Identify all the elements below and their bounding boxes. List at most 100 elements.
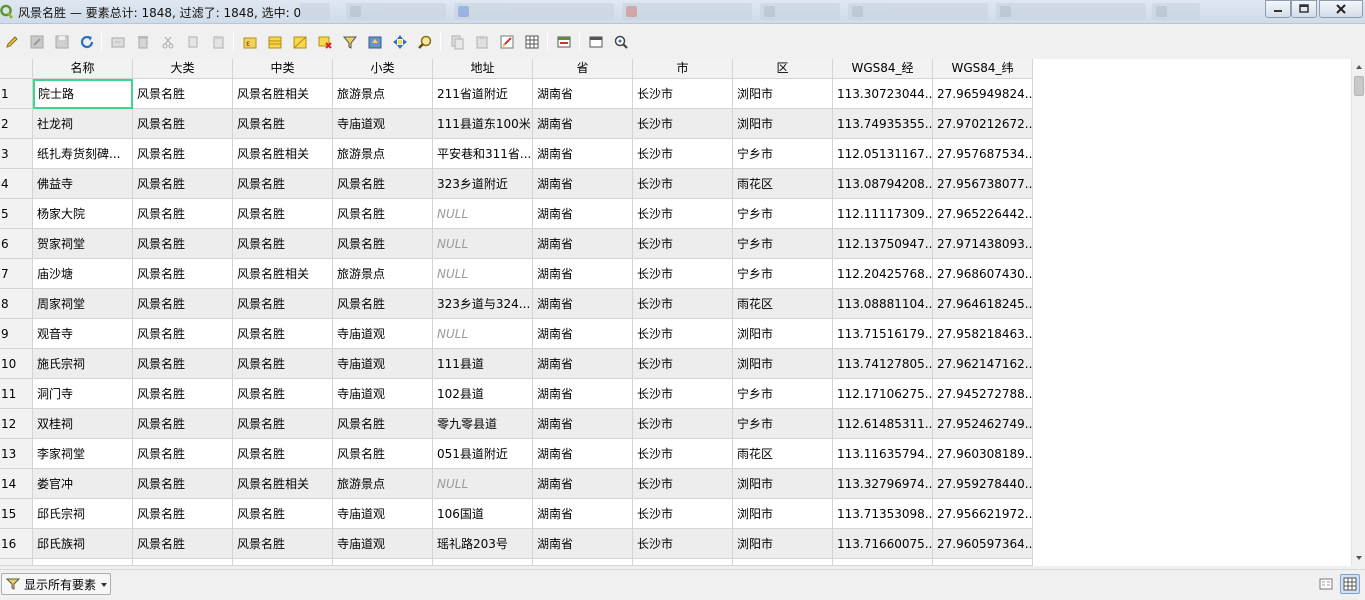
table-cell[interactable]: 佛益寺 bbox=[33, 169, 133, 199]
table-cell[interactable]: 观音寺 bbox=[33, 319, 133, 349]
table-cell[interactable]: 零九零县道 bbox=[433, 409, 533, 439]
table-cell[interactable]: 长沙市 bbox=[633, 169, 733, 199]
table-cell[interactable]: 浏阳市 bbox=[733, 349, 833, 379]
table-cell[interactable]: 323乡道附近 bbox=[433, 169, 533, 199]
column-header[interactable]: 省 bbox=[533, 59, 633, 79]
table-cell[interactable]: 风景名胜 bbox=[133, 439, 233, 469]
table-cell[interactable]: 旅游景点 bbox=[333, 139, 433, 169]
table-cell[interactable]: 风景名胜 bbox=[233, 169, 333, 199]
table-cell[interactable]: 112.13750947... bbox=[833, 229, 933, 259]
table-cell[interactable]: 风景名胜 bbox=[233, 349, 333, 379]
table-cell[interactable]: 风景名胜 bbox=[233, 529, 333, 559]
table-row[interactable]: 10 施氏宗祠 风景名胜 风景名胜 寺庙道观 111县道 湖南省 长沙市 浏阳市 113.7412… bbox=[0, 349, 1033, 379]
table-cell[interactable]: 平安巷和311省... bbox=[433, 139, 533, 169]
table-cell[interactable]: 湖南省 bbox=[533, 319, 633, 349]
copy-icon[interactable] bbox=[183, 32, 203, 52]
conditional-format-icon[interactable] bbox=[522, 32, 542, 52]
cut-icon[interactable] bbox=[158, 32, 178, 52]
table-cell[interactable]: 瑶礼路203号 bbox=[433, 529, 533, 559]
table-cell[interactable]: 湖南省 bbox=[533, 499, 633, 529]
table-cell[interactable]: 长沙市 bbox=[633, 439, 733, 469]
table-cell[interactable]: 27.959278440... bbox=[933, 469, 1033, 499]
select-all-icon[interactable] bbox=[265, 32, 285, 52]
table-cell[interactable]: 长沙市 bbox=[633, 109, 733, 139]
table-row[interactable]: 1 院士路 风景名胜 风景名胜相关 旅游景点 211省道附近 湖南省 长沙市 浏阳市 113.30… bbox=[0, 79, 1033, 109]
scroll-thumb[interactable] bbox=[1354, 76, 1364, 96]
table-row[interactable]: 7 庙沙塘 风景名胜 风景名胜相关 旅游景点 NULL 湖南省 长沙市 宁乡市 112.20425… bbox=[0, 259, 1033, 289]
table-row[interactable]: 15 邱氏宗祠 风景名胜 风景名胜 寺庙道观 106国道 湖南省 长沙市 浏阳市 113.7135… bbox=[0, 499, 1033, 529]
table-cell[interactable]: 风景名胜 bbox=[233, 319, 333, 349]
table-cell[interactable]: 27.945272788... bbox=[933, 379, 1033, 409]
paste-rows-icon[interactable] bbox=[472, 32, 492, 52]
table-cell[interactable]: 浏阳市 bbox=[733, 469, 833, 499]
pan-map-icon[interactable] bbox=[390, 32, 410, 52]
table-cell[interactable]: 风景名胜 bbox=[133, 169, 233, 199]
copy-rows-icon[interactable] bbox=[447, 32, 467, 52]
table-cell[interactable]: 纸扎寿货刻碑... bbox=[33, 139, 133, 169]
table-cell[interactable]: 风景名胜相关 bbox=[233, 139, 333, 169]
table-cell[interactable]: 洞门寺 bbox=[33, 379, 133, 409]
deselect-icon[interactable] bbox=[315, 32, 335, 52]
table-cell[interactable]: 浏阳市 bbox=[733, 319, 833, 349]
table-cell[interactable]: 雨花区 bbox=[733, 289, 833, 319]
table-cell[interactable]: 风景名胜 bbox=[133, 289, 233, 319]
zoom-map-icon[interactable] bbox=[415, 32, 435, 52]
invert-selection-icon[interactable] bbox=[290, 32, 310, 52]
table-cell[interactable]: 风景名胜 bbox=[333, 409, 433, 439]
table-cell[interactable]: 风景名胜 bbox=[233, 289, 333, 319]
add-feature-icon[interactable] bbox=[108, 32, 128, 52]
row-number[interactable]: 4 bbox=[0, 169, 33, 199]
column-header[interactable]: WGS84_经 bbox=[833, 59, 933, 79]
table-cell[interactable]: 湖南省 bbox=[533, 529, 633, 559]
table-cell[interactable]: 111县道东100米 bbox=[433, 109, 533, 139]
table-cell[interactable]: 邱氏宗祠 bbox=[33, 499, 133, 529]
table-cell[interactable]: 风景名胜相关 bbox=[233, 259, 333, 289]
table-cell[interactable]: 湖南省 bbox=[533, 379, 633, 409]
row-number[interactable]: 3 bbox=[0, 139, 33, 169]
identify-icon[interactable] bbox=[611, 32, 631, 52]
table-cell[interactable]: 27.970212672... bbox=[933, 109, 1033, 139]
table-cell[interactable]: 浏阳市 bbox=[733, 79, 833, 109]
table-view-icon[interactable] bbox=[1340, 574, 1360, 594]
table-cell[interactable]: 宁乡市 bbox=[733, 259, 833, 289]
save-icon[interactable] bbox=[52, 32, 72, 52]
table-cell[interactable]: 周家祠堂 bbox=[33, 289, 133, 319]
table-cell[interactable]: 风景名胜 bbox=[233, 229, 333, 259]
table-cell[interactable]: 风景名胜 bbox=[133, 199, 233, 229]
table-row[interactable]: 9 观音寺 风景名胜 风景名胜 寺庙道观 NULL 湖南省 长沙市 浏阳市 113.7151617… bbox=[0, 319, 1033, 349]
move-selection-top-icon[interactable] bbox=[365, 32, 385, 52]
table-cell[interactable]: NULL bbox=[433, 259, 533, 289]
table-cell[interactable]: 施氏宗祠 bbox=[33, 349, 133, 379]
table-cell[interactable]: 宁乡市 bbox=[733, 229, 833, 259]
table-cell[interactable]: 112.11117309... bbox=[833, 199, 933, 229]
table-cell[interactable]: 长沙市 bbox=[633, 529, 733, 559]
table-cell[interactable]: 寺庙道观 bbox=[333, 499, 433, 529]
table-cell[interactable]: 湖南省 bbox=[533, 229, 633, 259]
save-edits-icon[interactable] bbox=[27, 32, 47, 52]
table-cell[interactable]: 风景名胜 bbox=[133, 259, 233, 289]
table-cell[interactable]: 宁乡市 bbox=[733, 139, 833, 169]
table-cell[interactable]: 浏阳市 bbox=[733, 499, 833, 529]
table-cell[interactable]: 湖南省 bbox=[533, 169, 633, 199]
table-cell[interactable]: 湖南省 bbox=[533, 199, 633, 229]
table-cell[interactable]: 寺庙道观 bbox=[333, 379, 433, 409]
maximize-icon[interactable] bbox=[1291, 0, 1317, 18]
column-header[interactable]: 小类 bbox=[333, 59, 433, 79]
table-cell[interactable]: 风景名胜 bbox=[333, 169, 433, 199]
select-all-corner[interactable] bbox=[0, 59, 33, 79]
table-row[interactable]: 14 娄官冲 风景名胜 风景名胜相关 旅游景点 NULL 湖南省 长沙市 浏阳市 113.3279… bbox=[0, 469, 1033, 499]
table-cell[interactable]: 风景名胜相关 bbox=[233, 79, 333, 109]
column-header[interactable]: 区 bbox=[733, 59, 833, 79]
table-cell[interactable]: 庙沙塘 bbox=[33, 259, 133, 289]
table-cell[interactable]: 湖南省 bbox=[533, 409, 633, 439]
row-number[interactable]: 5 bbox=[0, 199, 33, 229]
table-cell[interactable]: 112.20425768... bbox=[833, 259, 933, 289]
table-cell[interactable]: 长沙市 bbox=[633, 229, 733, 259]
table-cell[interactable]: 寺庙道观 bbox=[333, 109, 433, 139]
table-cell[interactable]: 院士路 bbox=[33, 79, 133, 109]
table-cell[interactable]: 邱氏族祠 bbox=[33, 529, 133, 559]
minimize-icon[interactable] bbox=[1265, 0, 1291, 18]
table-cell[interactable]: 湖南省 bbox=[533, 109, 633, 139]
table-cell[interactable]: 寺庙道观 bbox=[333, 529, 433, 559]
pencil-icon[interactable] bbox=[2, 32, 22, 52]
